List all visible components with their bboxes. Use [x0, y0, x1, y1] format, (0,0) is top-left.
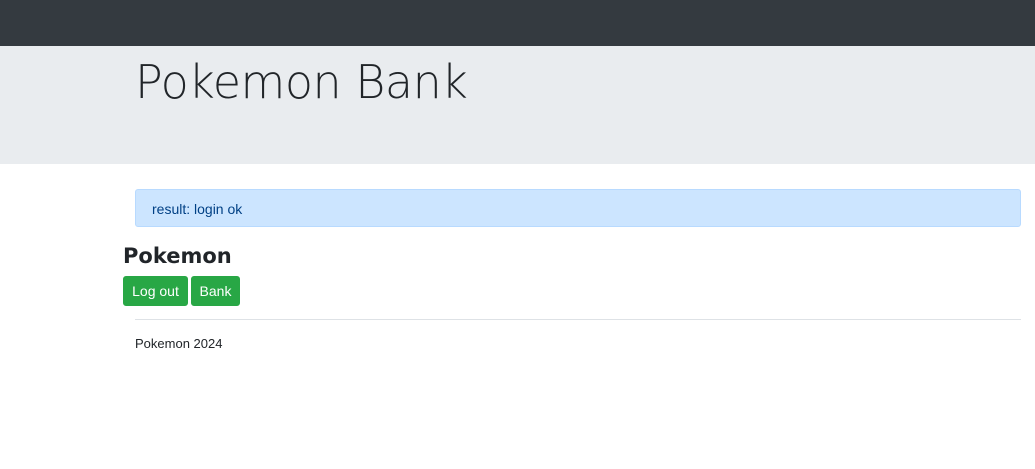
logout-button[interactable]: Log out — [123, 276, 188, 306]
status-alert: result: login ok — [135, 189, 1021, 227]
bank-button[interactable]: Bank — [191, 276, 240, 306]
section-heading: Pokemon — [123, 244, 232, 268]
footer-text: Pokemon 2024 — [135, 336, 223, 351]
footer-divider — [135, 319, 1021, 320]
page-title: Pokemon Bank — [135, 55, 468, 109]
top-navbar — [0, 0, 1035, 46]
